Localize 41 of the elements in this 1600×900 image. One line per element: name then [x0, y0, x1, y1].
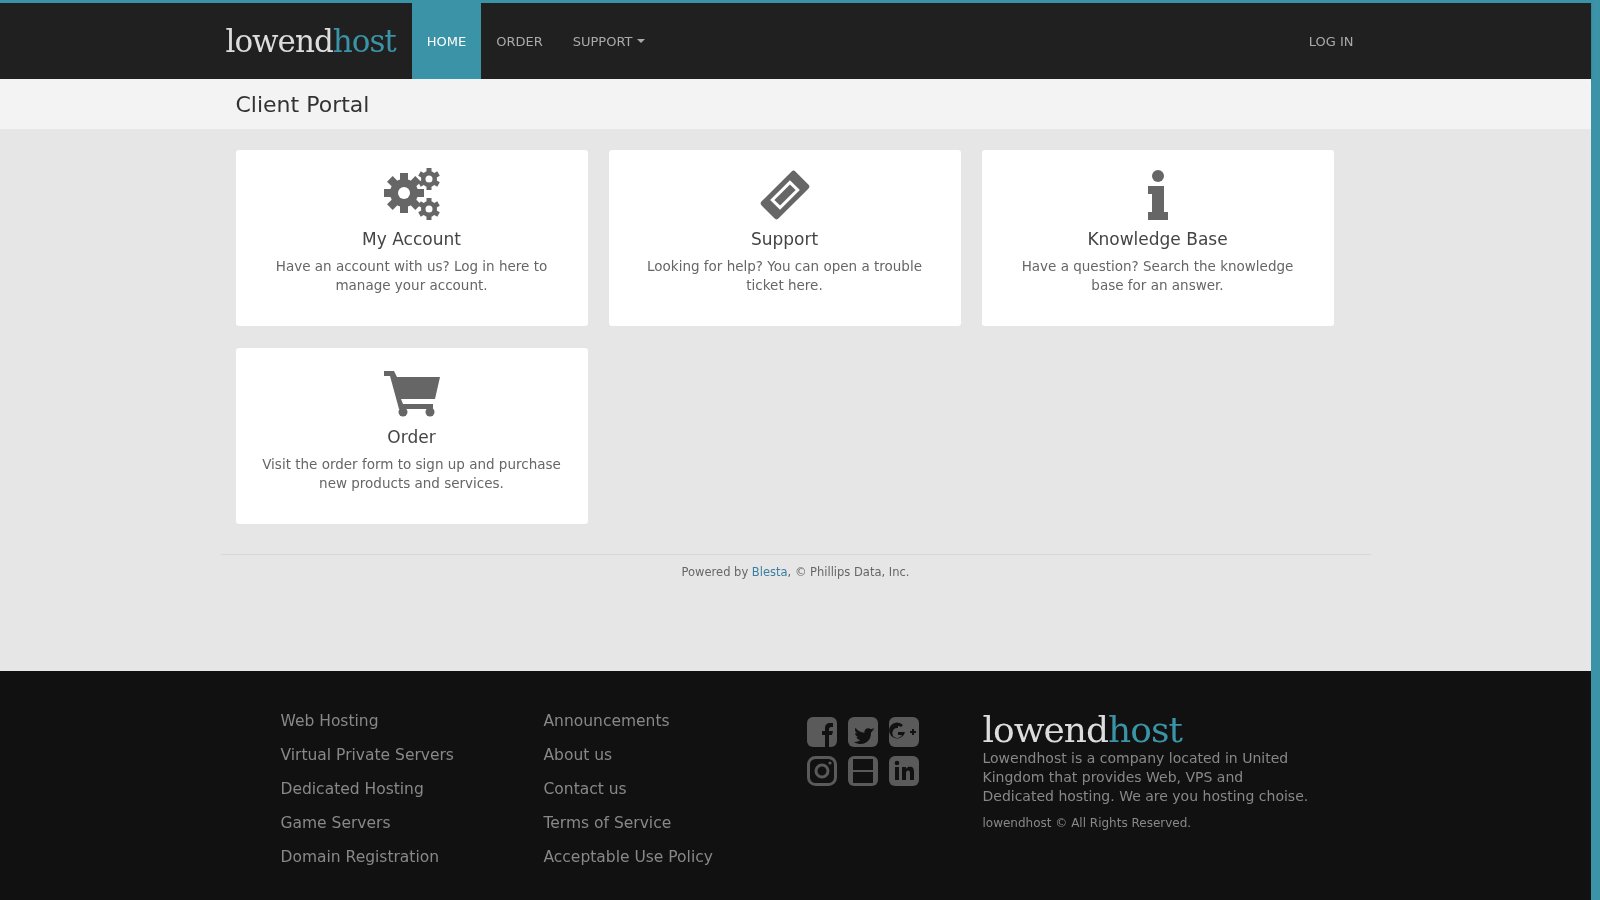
nav-link[interactable]: HOME	[411, 3, 482, 79]
linkedin-icon[interactable]	[888, 756, 919, 786]
nav-link[interactable]: SUPPORT	[557, 3, 661, 79]
portal-card[interactable]: Knowledge Base Have a question? Search the knowledge base for an answer.	[981, 150, 1334, 326]
info-icon	[1145, 170, 1170, 220]
nav-link[interactable]: ORDER	[481, 3, 558, 79]
footer-logo[interactable]: lowendhost	[982, 709, 1182, 750]
page-title: Client Portal	[235, 90, 371, 119]
twitter-icon[interactable]	[847, 717, 878, 747]
portal-card[interactable]: My Account Have an account with us? Log in here to manage your account.	[235, 150, 588, 326]
footer-link[interactable]: Contact us	[543, 779, 807, 799]
card-title: Order	[387, 427, 436, 447]
footer-link[interactable]: About us	[543, 745, 807, 765]
facebook-icon[interactable]	[806, 717, 837, 747]
portal-card[interactable]: Order Visit the order form to sign up and purchase new products and services.	[235, 348, 588, 524]
footer-link[interactable]: Acceptable Use Policy	[543, 847, 807, 867]
footer-link[interactable]: Terms of Service	[543, 813, 807, 833]
card-title: Knowledge Base	[1087, 229, 1228, 249]
footer-link[interactable]: Domain Registration	[280, 847, 544, 867]
footer-link[interactable]: Virtual Private Servers	[280, 745, 544, 765]
card-description: Have an account with us? Log in here to manage your account.	[274, 257, 549, 295]
company-description: Lowendhost is a company located in United Kingdom that provides Web, VPS and Dedicated hosting. We are you hosting choise.	[982, 749, 1310, 806]
logo-link[interactable]: lowendhost	[225, 3, 396, 79]
googleplus-icon[interactable]	[888, 717, 919, 747]
gears-icon	[381, 167, 442, 223]
footer-link[interactable]: Announcements	[543, 711, 807, 731]
card-title: My Account	[362, 229, 461, 249]
footer-link[interactable]: Web Hosting	[280, 711, 544, 731]
footer-link[interactable]: Dedicated Hosting	[280, 779, 544, 799]
footer-link[interactable]: Game Servers	[280, 813, 544, 833]
card-title: Support	[750, 229, 819, 249]
card-description: Have a question? Search the knowledge base for an answer.	[1020, 257, 1295, 295]
blesta-link[interactable]: Blesta	[751, 565, 788, 579]
instagram-icon[interactable]	[806, 756, 837, 786]
powered-by-text: Powered by Blesta, © Phillips Data, Inc.	[680, 565, 911, 579]
copyright-text: lowendhost © All Rights Reserved.	[982, 816, 1193, 830]
cart-icon	[383, 369, 440, 417]
portal-card[interactable]: Support Looking for help? You can open a trouble ticket here.	[608, 150, 961, 326]
login-link[interactable]: LOG IN	[1308, 3, 1354, 79]
card-description: Looking for help? You can open a trouble ticket here.	[646, 257, 923, 295]
card-description: Visit the order form to sign up and purchase new products and services.	[261, 455, 562, 493]
